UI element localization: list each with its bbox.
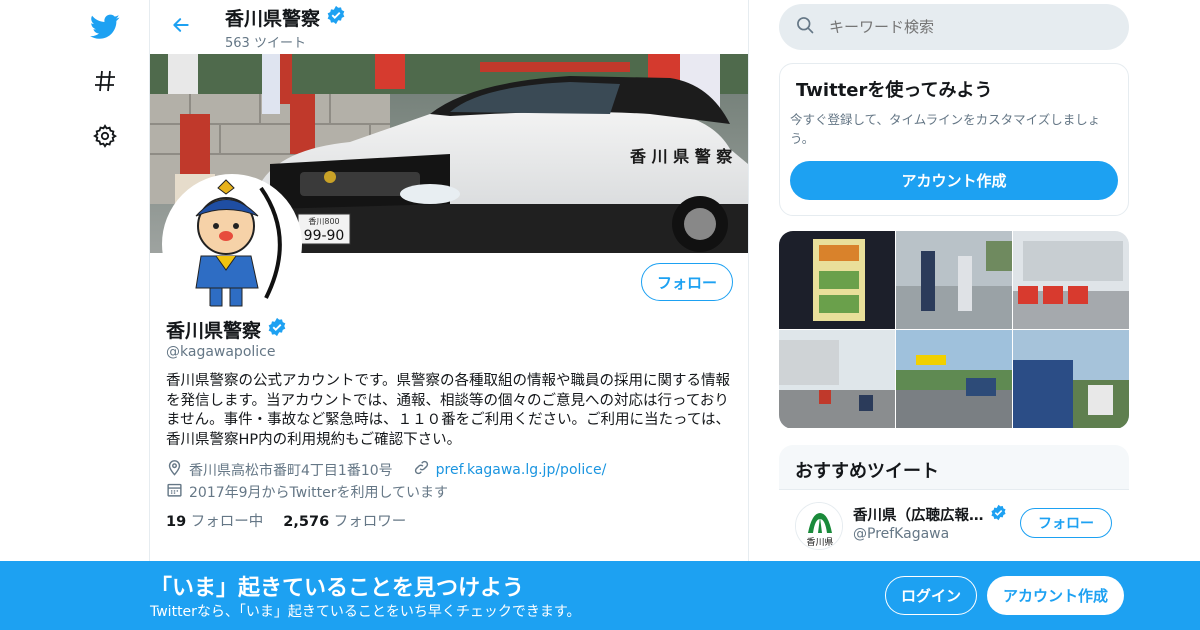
media-thumbnail-parking-lot[interactable]: [779, 330, 895, 428]
calendar-icon: [166, 481, 183, 502]
recommended-account-handle: @PrefKagawa: [853, 526, 950, 542]
recommended-account-name-text: 香川県（広聴広報…: [853, 508, 984, 524]
banner-plate-number: 99-90: [304, 228, 345, 244]
search-box[interactable]: [779, 4, 1129, 50]
following-count: 19: [166, 514, 187, 530]
followers-label: フォロワー: [333, 514, 407, 530]
follow-counts: 19 フォロー中 2,576 フォロワー: [166, 510, 406, 531]
following-label: フォロー中: [190, 514, 264, 530]
profile-meta-location-row: 香川県高松市番町4丁目1番10号 pref.kagawa.lg.jp/polic…: [166, 459, 606, 480]
profile-joined-date: 2017年9月からTwitterを利用しています: [189, 484, 449, 501]
login-button[interactable]: ログイン: [885, 576, 977, 615]
bottom-create-account-button[interactable]: アカウント作成: [987, 576, 1124, 615]
profile-handle: @kagawapolice: [166, 344, 276, 360]
media-thumbnail-event-tent[interactable]: [896, 330, 1012, 428]
following-count-link[interactable]: 19 フォロー中: [166, 510, 263, 531]
profile-bio: 香川県警察の公式アカウントです。県警察の各種取組の情報や職員の採用に関する情報を…: [166, 373, 731, 448]
profile-location: 香川県高松市番町4丁目1番10号: [189, 462, 393, 479]
profile-meta-joined-row: 2017年9月からTwitterを利用しています: [166, 481, 448, 502]
create-account-button[interactable]: アカウント作成: [790, 161, 1118, 200]
profile-header-bar: 香川県警察 563 ツイート: [150, 0, 748, 54]
hashtag-icon[interactable]: [88, 64, 122, 98]
back-arrow-icon[interactable]: [168, 12, 194, 38]
signup-card: Twitterを使ってみよう 今すぐ登録して、タイムラインをカスタマイズしましょ…: [779, 63, 1129, 216]
verified-badge-icon: [267, 317, 287, 342]
profile-website-link[interactable]: pref.kagawa.lg.jp/police/: [436, 462, 607, 478]
header-title: 香川県警察: [225, 4, 346, 31]
recommended-title: おすすめツイート: [795, 461, 939, 482]
recommended-tweets-card: おすすめツイート 香川県 香川県（広聴広報… @PrefKagawa フォロー: [779, 445, 1129, 565]
location-pin-icon: [166, 459, 183, 480]
media-thumbnail-motorcycles[interactable]: [1013, 231, 1129, 329]
media-grid: [779, 231, 1129, 429]
verified-badge-icon: [990, 504, 1007, 525]
profile-name-text: 香川県警察: [166, 320, 262, 342]
signup-card-description: 今すぐ登録して、タイムラインをカスタマイズしましょう。: [790, 112, 1101, 146]
followers-count: 2,576: [283, 514, 330, 530]
main-column: 香川県警察 563 ツイート 香川800 99-90 香 川 県 警 察 フォロ…: [149, 0, 749, 630]
header-title-text: 香川県警察: [225, 8, 321, 30]
recommended-account-name: 香川県（広聴広報…: [853, 504, 1007, 525]
media-thumbnail-patrol-car[interactable]: [1013, 330, 1129, 428]
left-nav-rail: [60, 0, 150, 630]
bottom-bar-title: 「いま」起きていることを見つけよう: [150, 576, 525, 601]
media-thumbnail-poster[interactable]: [779, 231, 895, 329]
signup-bottom-bar: 「いま」起きていることを見つけよう Twitterなら、「いま」起きていることを…: [0, 561, 1200, 630]
link-icon: [413, 459, 430, 480]
recommended-account-row[interactable]: 香川県 香川県（広聴広報… @PrefKagawa フォロー: [779, 490, 1129, 565]
banner-plate-region: 香川800: [308, 216, 339, 226]
recommended-account-avatar[interactable]: 香川県: [795, 502, 843, 550]
recommended-follow-button[interactable]: フォロー: [1020, 508, 1112, 538]
verified-badge-icon: [326, 5, 346, 30]
banner-car-text: 香 川 県 警 察: [629, 147, 733, 166]
twitter-logo-icon[interactable]: [88, 10, 122, 44]
search-input[interactable]: [829, 18, 1099, 36]
bottom-bar-subtitle: Twitterなら、「いま」起きていることをいち早くチェックできます。: [150, 604, 581, 620]
followers-count-link[interactable]: 2,576 フォロワー: [283, 510, 406, 531]
media-thumbnail-ceremony[interactable]: [896, 231, 1012, 329]
follow-button[interactable]: フォロー: [641, 263, 733, 301]
signup-card-title: Twitterを使ってみよう: [796, 80, 993, 101]
profile-name: 香川県警察: [166, 316, 287, 343]
profile-avatar[interactable]: [162, 174, 302, 314]
recommended-logo-text: 香川県: [806, 537, 833, 548]
tweet-count: 563 ツイート: [225, 36, 306, 51]
gear-icon[interactable]: [88, 119, 122, 153]
search-icon: [795, 15, 815, 39]
